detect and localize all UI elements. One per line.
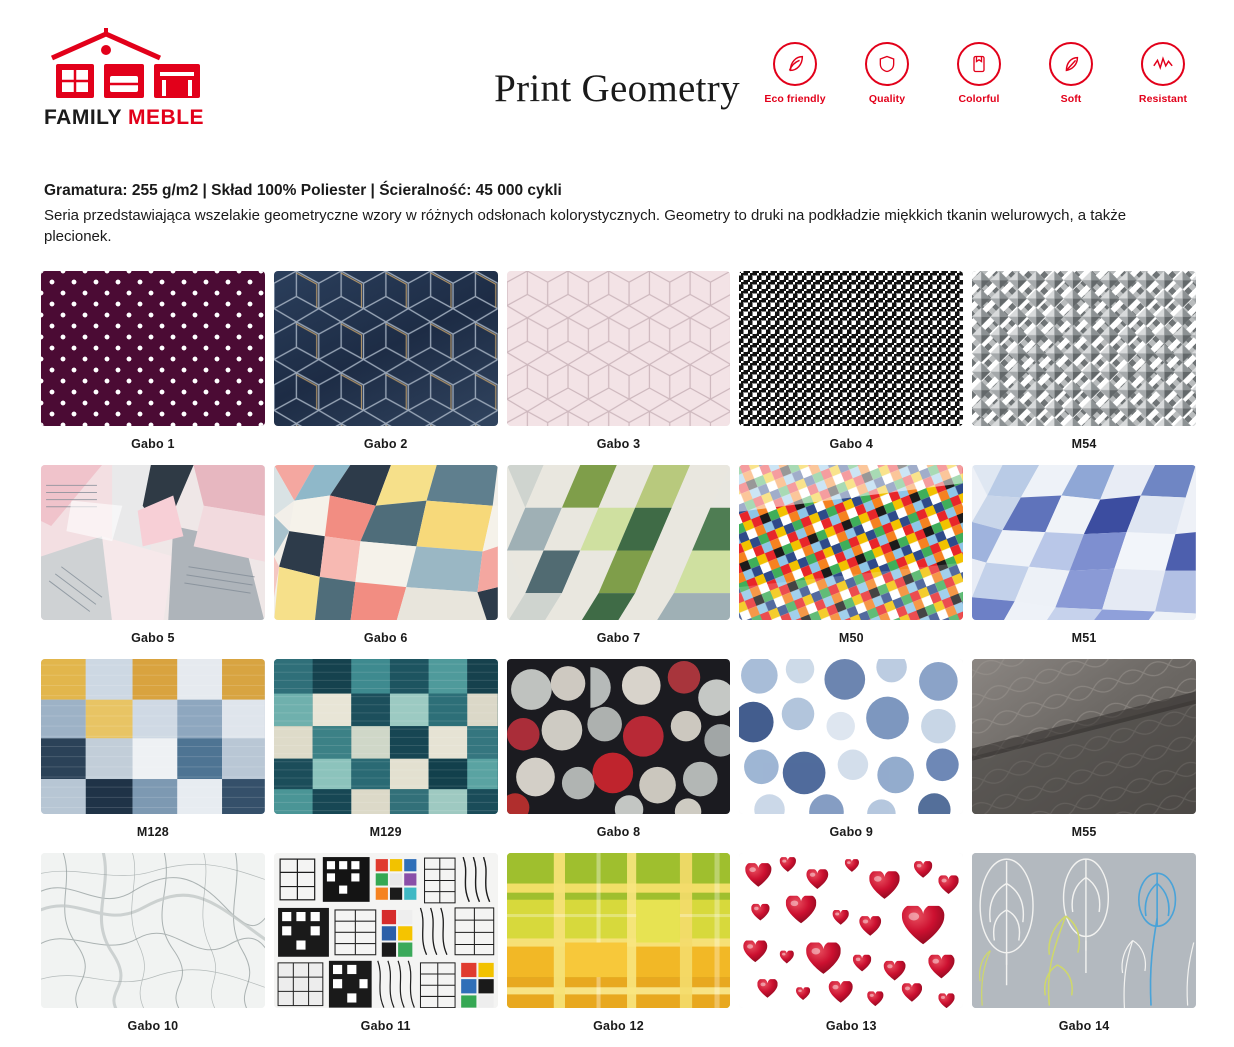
swatch-label: Gabo 12 <box>593 1019 644 1033</box>
swatch-label: Gabo 3 <box>596 437 641 451</box>
swatch-label: Gabo 7 <box>596 631 641 645</box>
badge-label: Resistant <box>1138 93 1188 105</box>
swatch-label: M54 <box>1071 437 1097 451</box>
swatch-image-gabo-12[interactable] <box>506 853 731 1008</box>
swatch-image-gabo-4[interactable] <box>739 271 964 426</box>
palette-icon <box>957 42 1001 86</box>
swatch-image-m51[interactable] <box>972 465 1196 620</box>
fabric-catalog-page: FAMILY MEBLE Print Geometry Eco friendly <box>0 0 1234 1033</box>
swatch-cell[interactable]: Gabo 13 <box>739 853 964 1047</box>
swatch-cell[interactable]: Gabo 2 <box>273 271 498 465</box>
leaf-icon <box>773 42 817 86</box>
swatch-cell[interactable]: Gabo 3 <box>506 271 731 465</box>
swatch-label: Gabo 1 <box>131 437 175 451</box>
swatch-image-m55[interactable] <box>972 659 1196 814</box>
swatch-label: M55 <box>1071 825 1097 839</box>
badge-label: Eco friendly <box>764 93 826 105</box>
badge-colorful: Colorful <box>944 42 1014 105</box>
swatch-cell[interactable]: Gabo 7 <box>506 465 731 659</box>
badge-label: Quality <box>868 93 906 105</box>
swatch-image-gabo-8[interactable] <box>506 659 731 814</box>
swatch-label: Gabo 11 <box>360 1019 411 1033</box>
swatch-image-gabo-6[interactable] <box>273 465 498 620</box>
swatch-cell[interactable]: Gabo 5 <box>41 465 265 659</box>
swatch-image-gabo-13[interactable] <box>739 853 964 1008</box>
swatch-label: Gabo 14 <box>1058 1019 1110 1033</box>
swatch-cell[interactable]: M128 <box>41 659 265 853</box>
swatch-label: Gabo 6 <box>363 631 408 645</box>
swatch-label: Gabo 10 <box>127 1019 179 1033</box>
swatch-cell[interactable]: M51 <box>972 465 1196 659</box>
feature-badges: Eco friendly Quality Colorful Soft Resis… <box>760 42 1198 105</box>
swatch-image-m50[interactable] <box>739 465 964 620</box>
badge-resistant: Resistant <box>1128 42 1198 105</box>
swatch-cell[interactable]: Gabo 4 <box>739 271 964 465</box>
swatch-image-gabo-7[interactable] <box>506 465 731 620</box>
swatch-cell[interactable]: M50 <box>739 465 964 659</box>
swatch-label: Gabo 8 <box>596 825 641 839</box>
swatch-label: Gabo 13 <box>825 1019 877 1033</box>
page-header: FAMILY MEBLE Print Geometry Eco friendly <box>0 0 1234 155</box>
swatch-cell[interactable]: Gabo 9 <box>739 659 964 853</box>
swatch-image-m128[interactable] <box>41 659 265 814</box>
badge-quality: Quality <box>852 42 922 105</box>
zigzag-icon <box>1141 42 1185 86</box>
swatch-label: Gabo 2 <box>363 437 408 451</box>
swatch-label: M50 <box>838 631 864 645</box>
swatch-cell[interactable]: Gabo 6 <box>273 465 498 659</box>
swatch-image-m54[interactable] <box>972 271 1196 426</box>
swatch-cell[interactable]: Gabo 14 <box>972 853 1196 1047</box>
badge-soft: Soft <box>1036 42 1106 105</box>
shield-icon <box>865 42 909 86</box>
swatch-cell[interactable]: M54 <box>972 271 1196 465</box>
swatch-cell[interactable]: Gabo 1 <box>41 271 265 465</box>
swatch-image-gabo-10[interactable] <box>41 853 265 1008</box>
swatch-image-gabo-1[interactable] <box>41 271 265 426</box>
swatch-grid: Gabo 1 Gabo 2 Gabo 3 Gabo 4 M54 Gabo 5 G… <box>41 271 1196 1047</box>
badge-eco-friendly: Eco friendly <box>760 42 830 105</box>
swatch-image-m129[interactable] <box>273 659 498 814</box>
swatch-image-gabo-3[interactable] <box>506 271 731 426</box>
swatch-label: Gabo 9 <box>829 825 874 839</box>
swatch-label: M129 <box>369 825 402 839</box>
swatch-cell[interactable]: M129 <box>273 659 498 853</box>
swatch-image-gabo-14[interactable] <box>972 853 1196 1008</box>
fabric-specs: Gramatura: 255 g/m2 | Skład 100% Poliest… <box>44 182 562 199</box>
swatch-cell[interactable]: M55 <box>972 659 1196 853</box>
fabric-description-text: Seria przedstawiająca wszelakie geometry… <box>44 207 1127 246</box>
swatch-label: M51 <box>1071 631 1097 645</box>
swatch-cell[interactable]: Gabo 8 <box>506 659 731 853</box>
feather-icon <box>1049 42 1093 86</box>
product-description: Gramatura: 255 g/m2 | Skład 100% Poliest… <box>44 182 1174 248</box>
badge-label: Colorful <box>958 93 1000 105</box>
swatch-label: M128 <box>136 825 169 839</box>
swatch-label: Gabo 5 <box>131 631 175 645</box>
swatch-image-gabo-2[interactable] <box>273 271 498 426</box>
swatch-cell[interactable]: Gabo 10 <box>41 853 265 1047</box>
badge-label: Soft <box>1060 93 1082 105</box>
swatch-label: Gabo 4 <box>829 437 874 451</box>
swatch-cell[interactable]: Gabo 12 <box>506 853 731 1047</box>
swatch-image-gabo-5[interactable] <box>41 465 265 620</box>
swatch-cell[interactable]: Gabo 11 <box>273 853 498 1047</box>
swatch-image-gabo-9[interactable] <box>739 659 964 814</box>
swatch-image-gabo-11[interactable] <box>273 853 498 1008</box>
